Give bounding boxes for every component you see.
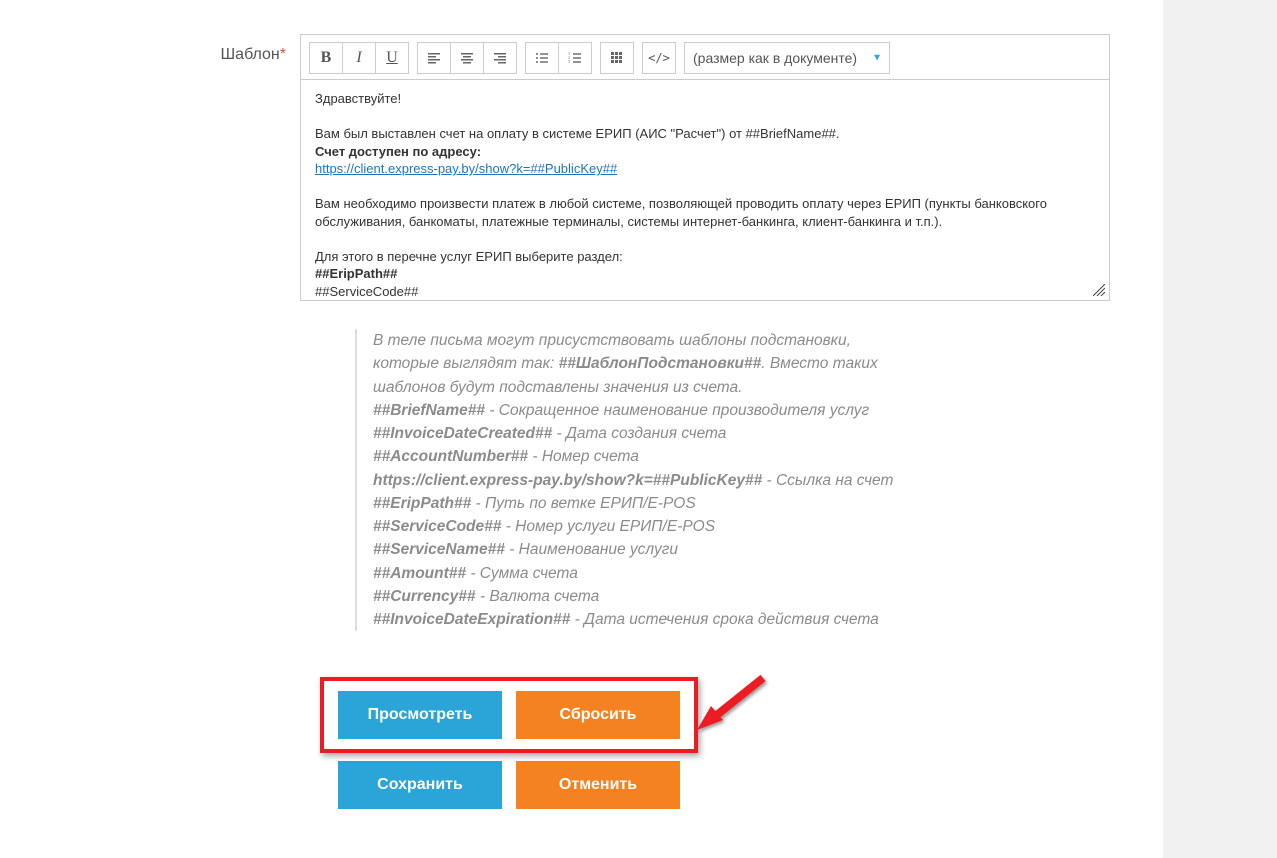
editor-link[interactable]: https://client.express-pay.by/show?k=##P… xyxy=(315,161,617,176)
help-line: ##ServiceCode## - Номер услуги ЕРИП/E-PO… xyxy=(373,515,1115,538)
help-line: В теле письма могут присуcтствовать шабл… xyxy=(373,329,1115,352)
arrow-annotation-icon xyxy=(693,670,773,740)
help-line: которые выглядят так: ##ШаблонПодстановк… xyxy=(373,352,1115,375)
editor-line: Здравствуйте! xyxy=(315,90,1095,108)
editor-line: Для этого в перечне услуг ЕРИП выберите … xyxy=(315,248,1095,266)
table-button[interactable] xyxy=(600,42,634,74)
ordered-list-button[interactable]: 123 xyxy=(558,42,592,74)
help-line: ##EripPath## - Путь по ветке ЕРИП/E-POS xyxy=(373,492,1115,515)
help-line: ##Currency## - Валюта счета xyxy=(373,585,1115,608)
underline-button[interactable]: U xyxy=(375,42,409,74)
help-line: ##Amount## - Сумма счета xyxy=(373,562,1115,585)
unordered-list-button[interactable] xyxy=(525,42,559,74)
help-line: шаблонов будут подставлены значения из с… xyxy=(373,376,1115,399)
help-line: ##InvoiceDateExpiration## - Дата истечен… xyxy=(373,608,1115,631)
align-right-button[interactable] xyxy=(483,42,517,74)
svg-text:3: 3 xyxy=(568,59,570,64)
help-line: ##ServiceName## - Наименование услуги xyxy=(373,538,1115,561)
editor-line: Вам необходимо произвести платеж в любой… xyxy=(315,195,1095,230)
align-center-button[interactable] xyxy=(450,42,484,74)
editor-line: Вам был выставлен счет на оплату в систе… xyxy=(315,125,1095,143)
font-size-select[interactable]: (размер как в документе) xyxy=(684,42,890,74)
required-asterisk: * xyxy=(280,46,286,63)
align-left-button[interactable] xyxy=(417,42,451,74)
editor-line: ##EripPath## xyxy=(315,266,397,281)
editor-toolbar: B I U 123 </> xyxy=(300,34,1110,79)
italic-button[interactable]: I xyxy=(342,42,376,74)
help-line: ##BriefName## - Сокращенное наименование… xyxy=(373,399,1115,422)
cancel-button[interactable]: Отменить xyxy=(516,761,680,809)
help-text: В теле письма могут присуcтствовать шабл… xyxy=(355,329,1115,631)
resize-handle-icon[interactable] xyxy=(1093,284,1105,296)
highlight-annotation xyxy=(320,677,698,753)
template-editor[interactable]: Здравствуйте! Вам был выставлен счет на … xyxy=(300,79,1110,301)
editor-line: ##ServiceCode## xyxy=(315,283,1095,301)
label-text: Шаблон xyxy=(221,46,280,63)
editor-line: Счет доступен по адресу: xyxy=(315,144,481,159)
save-button[interactable]: Сохранить xyxy=(338,761,502,809)
help-line: ##AccountNumber## - Номер счета xyxy=(373,445,1115,468)
help-line: https://client.express-pay.by/show?k=##P… xyxy=(373,469,1115,492)
bold-button[interactable]: B xyxy=(309,42,343,74)
code-button[interactable]: </> xyxy=(642,42,676,74)
help-line: ##InvoiceDateCreated## - Дата создания с… xyxy=(373,422,1115,445)
template-label: Шаблон* xyxy=(0,0,300,64)
